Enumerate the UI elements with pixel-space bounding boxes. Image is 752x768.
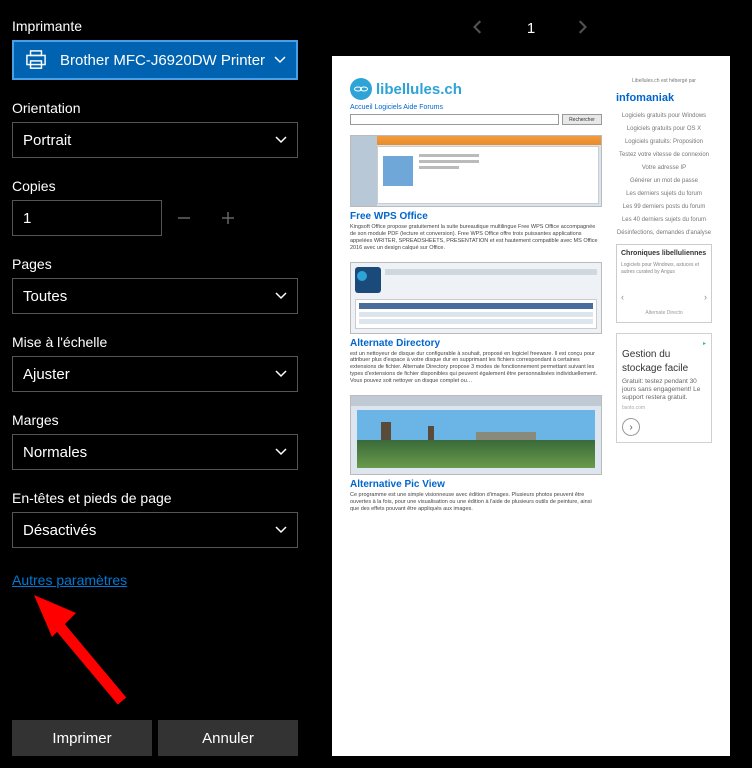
chevron-down-icon	[273, 446, 289, 458]
print-settings-panel: Imprimante Brother MFC-J6920DW Printer O…	[0, 0, 310, 768]
preview-article-title: Free WPS Office	[350, 211, 602, 222]
printer-select[interactable]: Brother MFC-J6920DW Printer	[12, 40, 298, 80]
preview-search: Rechercher	[350, 114, 602, 125]
annotation-arrow	[30, 595, 140, 715]
margins-select[interactable]: Normales	[12, 434, 298, 470]
chevron-right-icon: ›	[622, 418, 640, 436]
page-navigation: 1	[471, 0, 591, 56]
page-number: 1	[527, 20, 535, 37]
margins-value: Normales	[23, 444, 273, 461]
copies-row	[12, 200, 298, 236]
print-button[interactable]: Imprimer	[12, 720, 152, 756]
headers-value: Désactivés	[23, 522, 273, 539]
scale-select[interactable]: Ajuster	[12, 356, 298, 392]
chevron-down-icon	[273, 524, 289, 536]
margins-label: Marges	[12, 412, 298, 428]
preview-nav: Accueil Logiciels Aide Forums	[350, 104, 602, 111]
orientation-value: Portrait	[23, 132, 273, 149]
chevron-down-icon	[273, 134, 289, 146]
copies-decrement[interactable]	[162, 200, 206, 236]
more-settings-link[interactable]: Autres paramètres	[12, 572, 298, 588]
preview-article-desc: Ce programme est une simple visionneuse …	[350, 492, 602, 513]
preview-article-title: Alternative Pic View	[350, 479, 602, 490]
preview-article-desc: est un nettoyeur de disque dur configura…	[350, 351, 602, 385]
scale-value: Ajuster	[23, 366, 273, 383]
preview-sidebar: Libellules.ch est hébergé par infomaniak…	[616, 78, 712, 523]
printer-icon	[24, 50, 48, 70]
pages-value: Toutes	[23, 288, 273, 305]
copies-label: Copies	[12, 178, 298, 194]
chevron-down-icon	[272, 54, 288, 66]
chevron-down-icon	[273, 290, 289, 302]
orientation-select[interactable]: Portrait	[12, 122, 298, 158]
printer-label: Imprimante	[12, 18, 298, 34]
headers-select[interactable]: Désactivés	[12, 512, 298, 548]
preview-article-desc: Kingsoft Office propose gratuitement la …	[350, 224, 602, 252]
dialog-buttons: Imprimer Annuler	[12, 720, 298, 756]
preview-article-title: Alternate Directory	[350, 338, 602, 349]
preview-site-logo: libellules.ch	[350, 78, 602, 100]
scale-label: Mise à l'échelle	[12, 334, 298, 350]
preview-panel: 1 libellules.ch Accueil Logiciels Aide F…	[310, 0, 752, 768]
prev-page[interactable]	[471, 20, 487, 36]
copies-increment[interactable]	[206, 200, 250, 236]
cancel-button[interactable]: Annuler	[158, 720, 298, 756]
pages-label: Pages	[12, 256, 298, 272]
chevron-down-icon	[273, 368, 289, 380]
next-page[interactable]	[575, 20, 591, 36]
preview-page: libellules.ch Accueil Logiciels Aide For…	[332, 56, 730, 756]
pages-select[interactable]: Toutes	[12, 278, 298, 314]
copies-input[interactable]	[12, 200, 162, 236]
headers-label: En-têtes et pieds de page	[12, 490, 298, 506]
printer-name: Brother MFC-J6920DW Printer	[60, 52, 272, 69]
orientation-label: Orientation	[12, 100, 298, 116]
